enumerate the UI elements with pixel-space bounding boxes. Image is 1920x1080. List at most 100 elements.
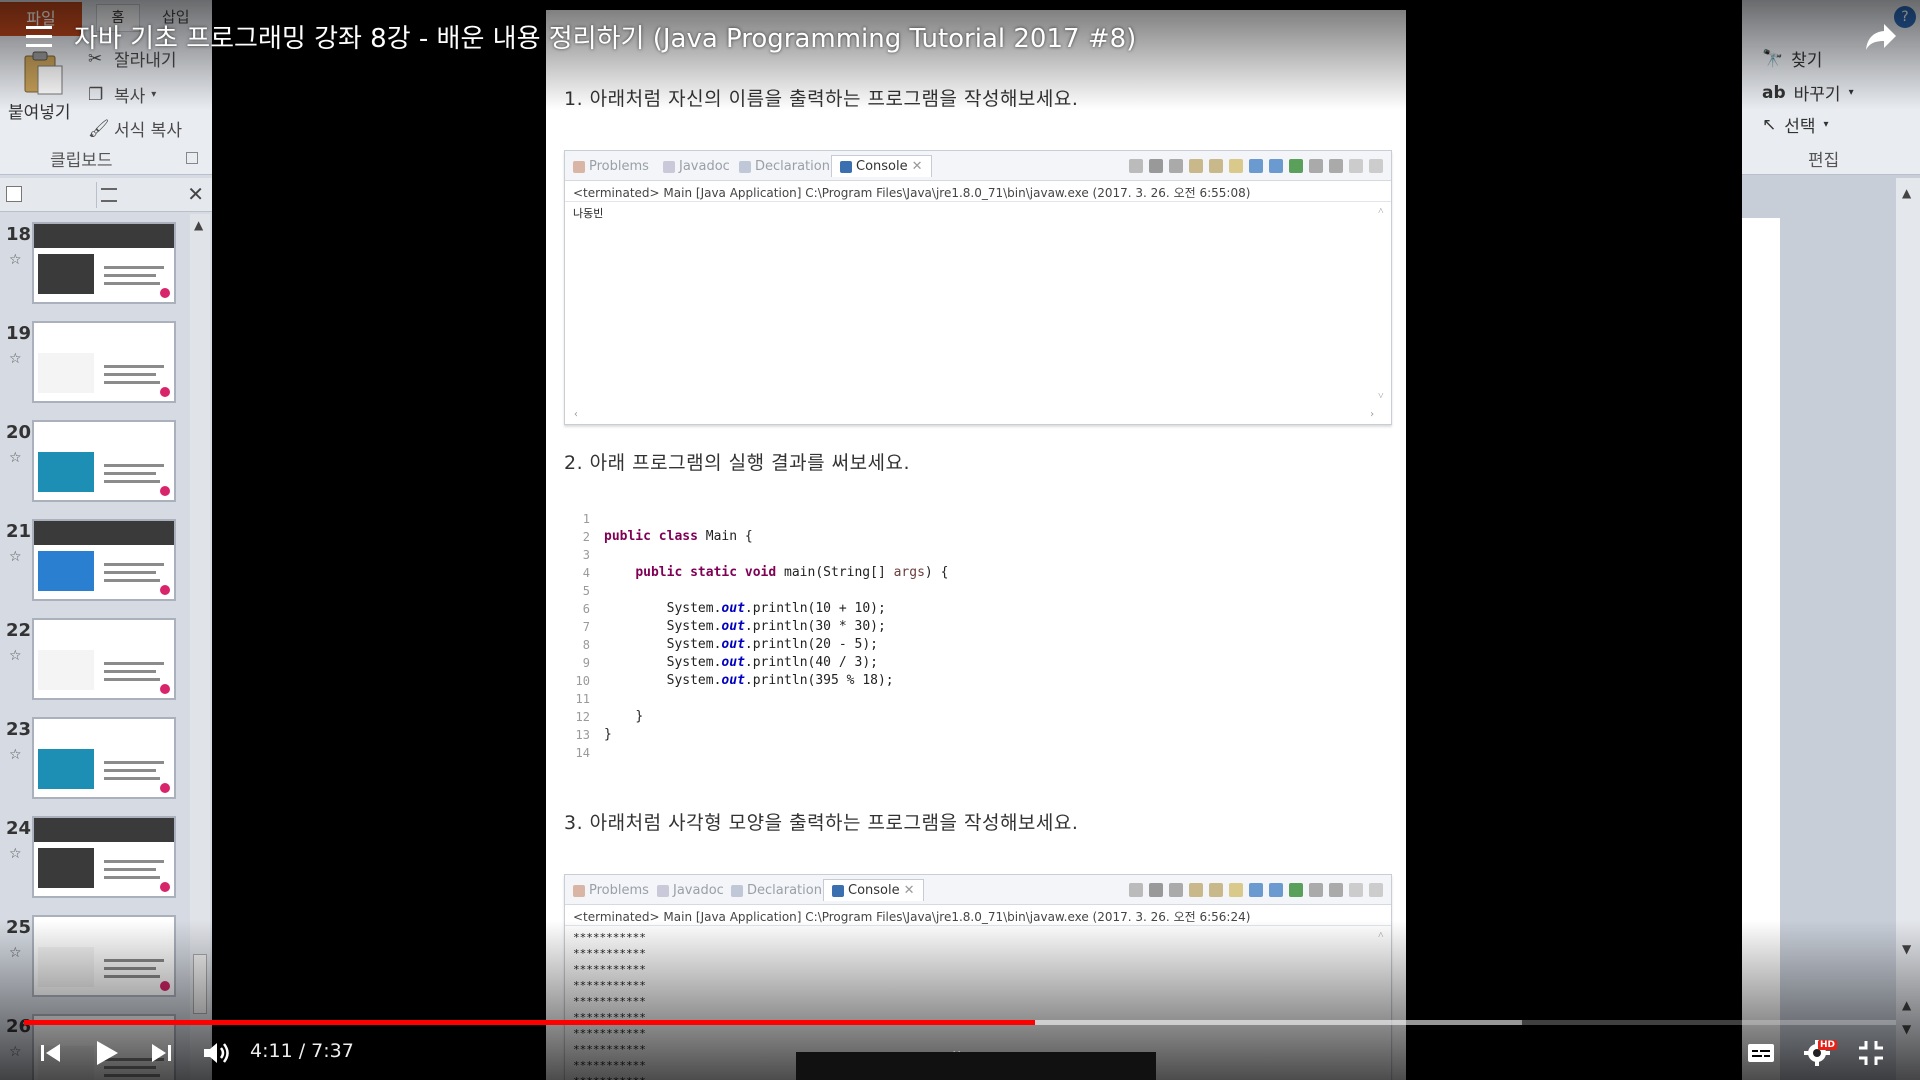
video-title[interactable]: 자바 기초 프로그래밍 강좌 8강 - 배운 내용 정리하기 (Java Pro…	[74, 18, 1136, 55]
previous-slide-icon[interactable]: ▲	[1902, 998, 1911, 1012]
clear-console-icon[interactable]	[1189, 883, 1203, 897]
tab-javadoc[interactable]: Javadoc	[657, 883, 724, 898]
replace-button[interactable]: ab 바꾸기 ▾	[1762, 80, 1854, 106]
scroll-lock-icon[interactable]	[1209, 883, 1223, 897]
scroll-up-icon[interactable]: ▲	[194, 218, 203, 232]
remove-launch-icon[interactable]	[1149, 883, 1163, 897]
display-console-icon[interactable]	[1309, 159, 1323, 173]
scroll-up-icon[interactable]: ˄	[1378, 928, 1384, 944]
slide-thumbnail[interactable]	[32, 321, 176, 403]
thumbnail-text-line	[104, 769, 156, 772]
show-on-error-icon[interactable]	[1269, 159, 1283, 173]
console-horizontal-scrollbar[interactable]: ‹ ›	[573, 407, 1375, 421]
time-separator: /	[298, 1040, 306, 1062]
maximize-icon[interactable]	[1369, 883, 1383, 897]
slide-thumbnail[interactable]	[32, 618, 176, 700]
open-console-icon[interactable]	[1329, 883, 1343, 897]
paste-icon[interactable]	[22, 50, 64, 96]
format-painter-button[interactable]: 🖌 서식 복사	[88, 116, 182, 142]
tab-console[interactable]: Console ✕	[831, 155, 932, 177]
word-wrap-icon[interactable]	[1229, 883, 1243, 897]
paste-button[interactable]: 붙여넣기	[8, 98, 71, 123]
code-text: .println	[744, 619, 808, 634]
volume-icon[interactable]	[202, 1038, 232, 1068]
scroll-up-icon[interactable]: ˄	[1378, 204, 1384, 220]
pin-console-icon[interactable]	[1289, 159, 1303, 173]
display-console-icon[interactable]	[1309, 883, 1323, 897]
outline-tab[interactable]	[96, 182, 182, 208]
find-button[interactable]: 🔭 찾기	[1762, 46, 1822, 72]
slide-thumbnail-row[interactable]: 18 ☆	[0, 222, 190, 322]
subtitles-icon[interactable]	[1746, 1038, 1776, 1068]
code-field: out	[721, 637, 745, 652]
slide-thumbnail-row[interactable]: 21 ☆	[0, 519, 190, 619]
tab-problems[interactable]: Problems	[573, 883, 649, 898]
canvas-scrollbar[interactable]: ▲ ▼ ▲ ▼	[1896, 178, 1920, 1080]
menu-icon[interactable]	[26, 26, 52, 48]
close-icon[interactable]: ✕	[187, 182, 204, 206]
console-terminated-line: <terminated> Main [Java Application] C:\…	[573, 186, 1251, 200]
scroll-down-icon[interactable]: ˅	[1378, 389, 1384, 405]
close-icon[interactable]: ✕	[912, 159, 923, 174]
scroll-left-icon[interactable]: ‹	[573, 407, 579, 423]
slide-thumbnail[interactable]	[32, 816, 176, 898]
slide-thumbnail-row[interactable]: 23 ☆	[0, 717, 190, 817]
dialog-launcher-icon[interactable]	[186, 152, 198, 164]
console-output[interactable]: 나동빈 ˄ ˅ ‹ ›	[565, 201, 1391, 421]
tab-declaration[interactable]: Declaration	[731, 883, 822, 898]
scroll-lock-icon[interactable]	[1209, 159, 1223, 173]
tab-javadoc[interactable]: Javadoc	[663, 159, 730, 174]
scroll-thumb[interactable]	[193, 954, 207, 1014]
console-vertical-scrollbar[interactable]: ˄ ˅	[1377, 204, 1389, 419]
slide-list-scrollbar[interactable]: ▲	[190, 214, 210, 1080]
code-text: System.	[666, 655, 722, 670]
remove-all-icon[interactable]	[1169, 883, 1183, 897]
slide-thumbnail-row[interactable]: 19 ☆	[0, 321, 190, 421]
slide-thumbnail[interactable]	[32, 717, 176, 799]
tab-problems[interactable]: Problems	[573, 159, 649, 174]
slide-thumbnail[interactable]	[32, 420, 176, 502]
tab-console[interactable]: Console ✕	[823, 879, 924, 901]
pin-console-icon[interactable]	[1289, 883, 1303, 897]
code-line: 14	[564, 744, 1264, 762]
clear-console-icon[interactable]	[1189, 159, 1203, 173]
slide-thumbnail-row[interactable]: 20 ☆	[0, 420, 190, 520]
exit-fullscreen-icon[interactable]	[1856, 1038, 1886, 1068]
remove-launch-icon[interactable]	[1149, 159, 1163, 173]
terminate-icon[interactable]	[1129, 159, 1143, 173]
code-text: .println	[744, 655, 808, 670]
slide-thumbnail[interactable]	[32, 222, 176, 304]
terminate-icon[interactable]	[1129, 883, 1143, 897]
slides-tab-icon[interactable]	[6, 186, 22, 202]
play-icon[interactable]	[94, 1038, 120, 1068]
scroll-right-icon[interactable]: ›	[1369, 407, 1375, 423]
show-on-error-icon[interactable]	[1269, 883, 1283, 897]
copy-button[interactable]: ❐ 복사 ▾	[88, 82, 156, 108]
share-icon[interactable]	[1864, 22, 1898, 52]
minimize-icon[interactable]	[1349, 159, 1363, 173]
next-slide-icon[interactable]: ▼	[1902, 1022, 1911, 1036]
remove-all-icon[interactable]	[1169, 159, 1183, 173]
slide-thumbnail-row[interactable]: 24 ☆	[0, 816, 190, 916]
slide-thumbnail-row[interactable]: 22 ☆	[0, 618, 190, 718]
open-console-icon[interactable]	[1329, 159, 1343, 173]
video-player[interactable]: 파일 홈 삽입 붙여넣기 ✂ 잘라내기 ❐ 복사 ▾ 🖌 서식 복사 클립보드 …	[0, 0, 1920, 1080]
scroll-down-icon[interactable]: ▼	[1902, 942, 1911, 956]
show-on-output-icon[interactable]	[1249, 883, 1263, 897]
console-vertical-scrollbar[interactable]: ˄	[1377, 928, 1389, 1080]
show-on-output-icon[interactable]	[1249, 159, 1263, 173]
close-icon[interactable]: ✕	[904, 883, 915, 898]
minimize-icon[interactable]	[1349, 883, 1363, 897]
select-button[interactable]: ↖ 선택 ▾	[1762, 112, 1829, 138]
word-wrap-icon[interactable]	[1229, 159, 1243, 173]
scroll-up-icon[interactable]: ▲	[1902, 186, 1911, 200]
slide-thumbnail[interactable]	[32, 915, 176, 997]
slide-thumbnail[interactable]	[32, 519, 176, 601]
maximize-icon[interactable]	[1369, 159, 1383, 173]
previous-icon[interactable]	[40, 1038, 62, 1068]
progress-bar[interactable]	[24, 1020, 1896, 1025]
thumbnail-text-line	[104, 975, 160, 978]
next-icon[interactable]	[150, 1038, 172, 1068]
tab-declaration[interactable]: Declaration	[739, 159, 830, 174]
slide-thumbnail-row[interactable]: 25 ☆	[0, 915, 190, 1015]
